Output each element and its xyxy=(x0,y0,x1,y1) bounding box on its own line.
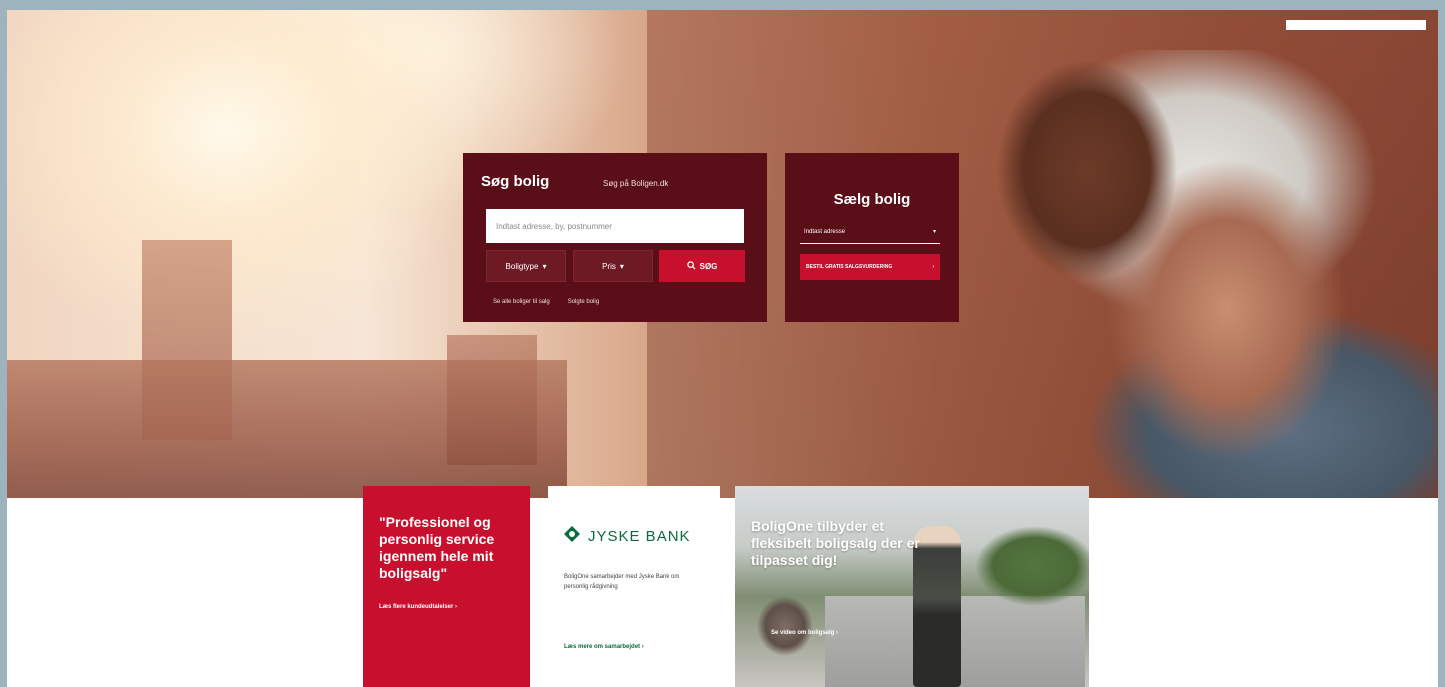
arrow-right-icon: › xyxy=(641,644,644,650)
search-icon xyxy=(686,260,696,272)
video-trees xyxy=(975,526,1089,606)
arrow-right-icon: › xyxy=(932,264,934,270)
sold-homes-link[interactable]: Solgte bolig xyxy=(568,299,599,305)
property-type-select[interactable]: Boligtype ▾ xyxy=(486,250,566,282)
chevron-down-icon: ▾ xyxy=(542,261,547,271)
arrow-right-icon: › xyxy=(455,604,458,610)
search-button[interactable]: SØG xyxy=(659,250,745,282)
price-select[interactable]: Pris ▾ xyxy=(573,250,653,282)
sell-panel: Sælg bolig Indtast adresse ▾ BESTIL GRAT… xyxy=(785,153,959,322)
testimonial-link-label: Læs flere kundeudtalelser xyxy=(379,604,454,610)
sell-title: Sælg bolig xyxy=(833,191,911,208)
video-title: BoligOne tilbyder et fleksibelt boligsal… xyxy=(751,518,920,568)
jyske-logo-icon xyxy=(564,526,580,546)
hero-chimney xyxy=(142,240,232,440)
bank-logo-text: JYSKE BANK xyxy=(588,527,691,545)
video-link-label: Se video om boligsalg xyxy=(771,630,835,636)
bank-link-label: Læs mere om samarbejdet xyxy=(564,644,641,650)
search-input[interactable] xyxy=(486,209,744,243)
arrow-right-icon: › xyxy=(836,630,839,636)
sell-input-placeholder: Indtast adresse xyxy=(804,228,846,235)
search-title: Søg bolig xyxy=(481,173,550,190)
search-subtitle[interactable]: Søg på Boligen.dk xyxy=(603,179,668,188)
valuation-button[interactable]: BESTIL GRATIS SALGSVURDERING › xyxy=(800,254,940,280)
hero-people xyxy=(967,50,1437,498)
property-type-label: Boligtype xyxy=(505,261,539,271)
chevron-down-icon: ▾ xyxy=(932,229,936,235)
bank-card: JYSKE BANK BoligOne samarbejder med Jysk… xyxy=(548,486,720,687)
testimonial-quote: "Professionel og personlig service igenn… xyxy=(379,514,495,581)
all-homes-link[interactable]: Se alle boliger til salg xyxy=(493,299,550,305)
search-panel: Søg bolig Søg på Boligen.dk Boligtype ▾ … xyxy=(463,153,767,322)
top-right-menu[interactable] xyxy=(1286,20,1426,30)
site-logo[interactable] xyxy=(47,22,127,28)
video-stroller xyxy=(755,586,815,666)
search-button-label: SØG xyxy=(699,261,718,271)
search-links: Se alle boliger til salg Solgte bolig xyxy=(493,299,599,305)
video-link[interactable]: Se video om boligsalg › xyxy=(771,630,838,636)
testimonial-card: "Professionel og personlig service igenn… xyxy=(363,486,530,687)
video-card[interactable]: BoligOne tilbyder et fleksibelt boligsal… xyxy=(735,486,1089,687)
bank-link[interactable]: Læs mere om samarbejdet › xyxy=(564,644,704,650)
sell-address-input[interactable]: Indtast adresse ▾ xyxy=(800,220,940,244)
bank-description: BoligOne samarbejder med Jyske Bank om p… xyxy=(564,574,680,590)
bank-logo: JYSKE BANK xyxy=(564,526,704,546)
price-label: Pris xyxy=(602,261,616,271)
hero-chimney-2 xyxy=(447,335,537,465)
testimonial-link[interactable]: Læs flere kundeudtalelser › xyxy=(379,604,514,610)
chevron-down-icon: ▾ xyxy=(619,261,624,271)
page: Søg bolig Søg på Boligen.dk Boligtype ▾ … xyxy=(7,10,1438,687)
valuation-button-label: BESTIL GRATIS SALGSVURDERING xyxy=(806,264,893,270)
